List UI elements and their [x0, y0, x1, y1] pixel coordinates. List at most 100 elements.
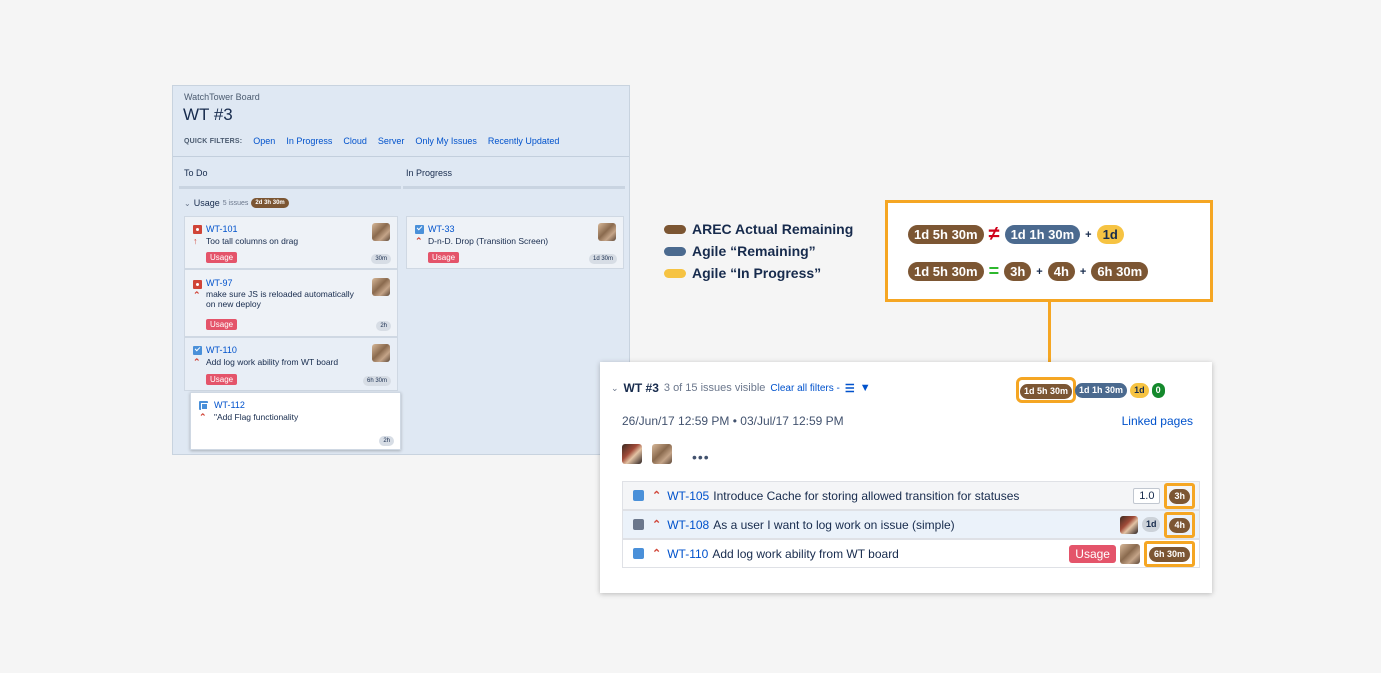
column-header-todo: To Do	[184, 168, 208, 178]
panel-header: ⌄ WT #3 3 of 15 issues visible Clear all…	[611, 381, 871, 395]
board-subtitle: WatchTower Board	[184, 92, 260, 102]
more-icon[interactable]: •••	[692, 449, 710, 465]
time-highlight: 3h	[1164, 482, 1195, 509]
clear-filters-link[interactable]: Clear all filters -	[770, 383, 839, 394]
avatar	[372, 344, 390, 362]
issue-key[interactable]: WT-110	[206, 345, 237, 355]
issue-summary-line2: on new deploy	[206, 299, 261, 309]
issue-summary: "Add Flag functionality	[214, 412, 299, 422]
swimlane-header[interactable]: ⌄ Usage 5 issues 2d 3h 30m	[184, 198, 289, 208]
issue-summary: As a user I want to log work on issue (s…	[713, 517, 955, 532]
avatar	[372, 278, 390, 296]
quick-filters-label: QUICK FILTERS:	[184, 137, 243, 145]
avatar[interactable]	[652, 444, 672, 464]
task-icon	[193, 346, 202, 355]
column-bar	[403, 186, 625, 189]
avatar	[1119, 543, 1140, 564]
time-badge: 6h 30m	[1091, 262, 1149, 281]
issue-card[interactable]: WT-33 ⌃ D-n-D. Drop (Transition Screen) …	[406, 216, 624, 269]
legend: AREC Actual Remaining Agile “Remaining” …	[664, 218, 853, 284]
label-tag: Usage	[1069, 544, 1116, 563]
priority-highest-icon: ⌃	[415, 236, 423, 246]
time-badge: 4h	[1047, 262, 1075, 281]
issue-key[interactable]: WT-33	[428, 224, 455, 234]
issue-row[interactable]: ⌃ WT-110 Add log work ability from WT bo…	[622, 539, 1200, 568]
arec-badge: 1d 5h 30m	[908, 262, 984, 281]
issue-card[interactable]: WT-97 ⌃ make sure JS is reloaded automat…	[184, 269, 398, 337]
quick-filter-cloud[interactable]: Cloud	[343, 136, 367, 146]
agile-board: WatchTower Board WT #3 QUICK FILTERS: Op…	[172, 85, 630, 455]
issue-row[interactable]: ⌃ WT-108 As a user I want to log work on…	[622, 510, 1200, 539]
avatar	[598, 223, 616, 241]
linked-pages-link[interactable]: Linked pages	[1122, 414, 1193, 428]
issue-summary-line1: make sure JS is reloaded automatically	[206, 289, 354, 299]
arec-badge: 4h	[1169, 517, 1190, 533]
issue-summary: Introduce Cache for storing allowed tran…	[713, 488, 1020, 503]
estimate-badge: 2h	[376, 321, 391, 331]
chevron-down-icon[interactable]: ⌄	[611, 383, 619, 394]
issue-card-dragging[interactable]: WT-112 ⌃ "Add Flag functionality 2h	[190, 392, 401, 450]
quick-filter-recently-updated[interactable]: Recently Updated	[488, 136, 560, 146]
priority-highest-icon: ⌃	[652, 519, 662, 531]
story-icon	[633, 519, 644, 530]
avatar	[1119, 515, 1138, 534]
in-progress-badge: 1d	[1130, 382, 1149, 398]
issue-row[interactable]: ⌃ WT-105 Introduce Cache for storing all…	[622, 481, 1200, 510]
swimlane-name: Usage	[193, 198, 220, 208]
formula-callout: 1d 5h 30m ≠ 1d 1h 30m + 1d 1d 5h 30m = 3…	[885, 200, 1213, 302]
time-badge: 3h	[1004, 262, 1032, 281]
legend-label: Agile “In Progress”	[692, 265, 822, 281]
not-equal-sign: ≠	[988, 223, 1000, 245]
bug-icon	[193, 280, 202, 289]
estimate-badge: 2h	[379, 436, 394, 446]
issue-card[interactable]: WT-110 ⌃ Add log work ability from WT bo…	[184, 337, 398, 391]
issue-key[interactable]: WT-110	[667, 547, 708, 561]
issue-key[interactable]: WT-105	[667, 489, 709, 503]
priority-highest-icon: ⌃	[193, 357, 201, 367]
sprint-panel: ⌄ WT #3 3 of 15 issues visible Clear all…	[600, 362, 1212, 593]
column-bar	[179, 186, 401, 189]
quick-filter-in-progress[interactable]: In Progress	[286, 136, 332, 146]
bug-icon	[193, 225, 202, 234]
label-tag: Usage	[206, 319, 238, 330]
arec-badge: 1d 5h 30m	[908, 225, 984, 244]
issue-summary: D-n-D. Drop (Transition Screen)	[428, 236, 549, 246]
quick-filter-only-my-issues[interactable]: Only My Issues	[415, 136, 477, 146]
divider	[173, 156, 629, 157]
arec-highlight: 1d 5h 30m	[1015, 377, 1077, 403]
issue-summary: Add log work ability from WT board	[206, 357, 339, 367]
issue-key[interactable]: WT-108	[667, 518, 709, 532]
plus-sign: +	[1085, 228, 1092, 241]
task-icon	[633, 490, 644, 501]
estimate-badge: 30m	[371, 254, 391, 264]
issue-key[interactable]: WT-97	[206, 278, 233, 288]
columns-icon[interactable]: ☰	[845, 382, 855, 395]
issue-card[interactable]: WT-101 ↑ Too tall columns on drag Usage …	[184, 216, 398, 269]
legend-label: Agile “Remaining”	[692, 243, 816, 259]
issue-summary: Too tall columns on drag	[206, 236, 299, 246]
issue-key[interactable]: WT-101	[206, 224, 238, 234]
priority-highest-icon: ⌃	[652, 490, 662, 502]
issue-row-meta: Usage 6h 30m	[1069, 540, 1195, 567]
plus-sign: +	[1079, 265, 1087, 278]
time-highlight: 4h	[1164, 511, 1195, 538]
arec-badge: 3h	[1169, 488, 1190, 504]
formula-row-equal: 1d 5h 30m = 3h + 4h + 6h 30m	[908, 261, 1149, 282]
filter-icon[interactable]: ▼	[860, 382, 871, 394]
issue-key[interactable]: WT-112	[214, 400, 245, 410]
priority-highest-icon: ⌃	[652, 548, 662, 560]
avatar[interactable]	[622, 444, 642, 464]
legend-swatch	[664, 268, 686, 278]
quick-filter-server[interactable]: Server	[378, 136, 405, 146]
formula-row-not-equal: 1d 5h 30m ≠ 1d 1h 30m + 1d	[908, 223, 1124, 246]
equal-sign: =	[988, 261, 1000, 281]
issue-row-meta: 1.0 3h	[1133, 482, 1195, 509]
visible-count: 3 of 15 issues visible	[663, 382, 766, 394]
label-tag: Usage	[428, 252, 460, 263]
arec-badge: 6h 30m	[1148, 546, 1190, 562]
quick-filter-open[interactable]: Open	[253, 136, 275, 146]
issue-summary: Add log work ability from WT board	[712, 546, 899, 561]
issue-row-meta: 1d 4h	[1119, 511, 1195, 538]
board-title: WT #3	[183, 105, 233, 124]
sprint-dates: 26/Jun/17 12:59 PM • 03/Jul/17 12:59 PM	[622, 414, 844, 428]
